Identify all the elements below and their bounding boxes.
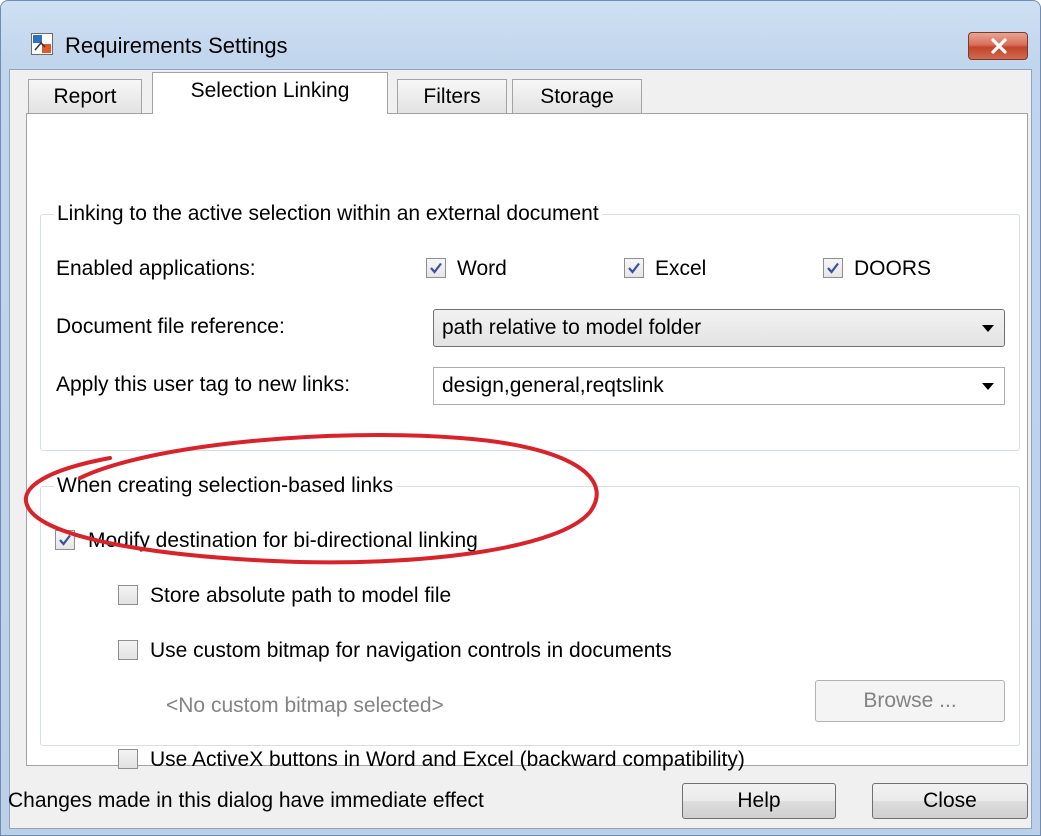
group-legend: Linking to the active selection within a… (54, 202, 602, 226)
combobox-value: design,general,reqtslink (442, 374, 664, 397)
store-absolute-path-label: Store absolute path to model file (150, 584, 452, 607)
no-custom-bitmap-text: <No custom bitmap selected> (166, 694, 444, 717)
window-title: Requirements Settings (65, 33, 288, 58)
button-label: Close (923, 789, 977, 812)
document-file-reference-dropdown[interactable]: path relative to model folder (433, 309, 1005, 347)
tab-label: Filters (423, 85, 481, 108)
tab-label: Storage (540, 85, 614, 108)
excel-checkbox[interactable] (624, 258, 644, 278)
tab-report[interactable]: Report (28, 79, 142, 113)
external-document-group: Linking to the active selection within a… (40, 202, 1020, 451)
custom-bitmap-checkbox[interactable] (118, 640, 138, 660)
button-label: Help (737, 789, 781, 812)
enabled-applications-label: Enabled applications: (56, 257, 256, 280)
modify-destination-label: Modify destination for bi-directional li… (88, 529, 478, 552)
tab-storage[interactable]: Storage (512, 79, 642, 113)
selection-linking-panel: Linking to the active selection within a… (26, 113, 1028, 771)
window-close-button[interactable] (968, 32, 1028, 60)
checkmark-icon (59, 534, 71, 546)
title-bar[interactable]: Requirements Settings (1, 1, 1040, 61)
activex-buttons-checkbox[interactable] (118, 749, 138, 769)
user-tag-combobox[interactable]: design,general,reqtslink (433, 367, 1005, 405)
user-tag-label: Apply this user tag to new links: (56, 373, 351, 396)
modify-destination-checkbox[interactable] (55, 530, 75, 550)
dialog-client-area: Report Selection Linking Filters Storage… (8, 69, 1032, 829)
status-message: Changes made in this dialog have immedia… (8, 789, 484, 812)
word-checkbox[interactable] (426, 258, 446, 278)
button-label: Browse ... (863, 689, 957, 712)
selection-based-links-group: When creating selection-based links Modi… (40, 474, 1020, 771)
store-absolute-path-checkbox[interactable] (118, 585, 138, 605)
matlab-app-icon (31, 33, 53, 55)
word-label: Word (457, 257, 507, 280)
tab-selection-linking[interactable]: Selection Linking (152, 72, 388, 114)
chevron-down-icon (982, 325, 994, 332)
activex-buttons-label: Use ActiveX buttons in Word and Excel (b… (150, 748, 745, 771)
tab-filters[interactable]: Filters (397, 79, 507, 113)
checkmark-icon (430, 262, 442, 274)
document-file-reference-label: Document file reference: (56, 315, 285, 338)
tab-label: Selection Linking (190, 79, 350, 102)
close-icon (991, 38, 1007, 54)
tab-label: Report (53, 85, 117, 108)
checkmark-icon (827, 262, 839, 274)
requirements-settings-dialog: Requirements Settings Report Selection L… (0, 0, 1041, 836)
chevron-down-icon (982, 383, 994, 390)
doors-checkbox[interactable] (823, 258, 843, 278)
group-legend: When creating selection-based links (54, 474, 397, 498)
doors-label: DOORS (854, 257, 932, 280)
custom-bitmap-label: Use custom bitmap for navigation control… (150, 639, 672, 662)
browse-button[interactable]: Browse ... (815, 680, 1005, 722)
checkmark-icon (628, 262, 640, 274)
close-button[interactable]: Close (872, 783, 1028, 819)
excel-label: Excel (655, 257, 707, 280)
dropdown-value: path relative to model folder (442, 316, 702, 339)
help-button[interactable]: Help (682, 783, 836, 819)
